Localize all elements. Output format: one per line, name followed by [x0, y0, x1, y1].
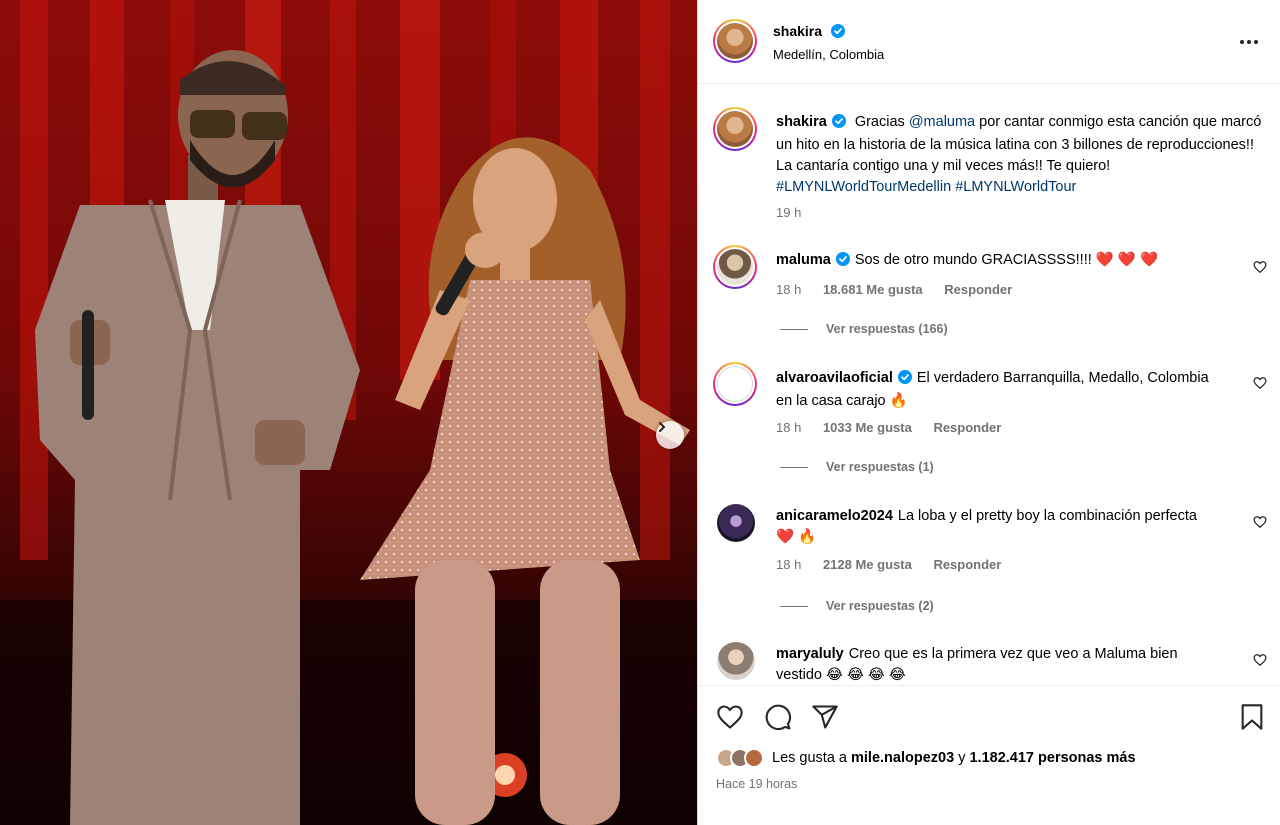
replies-divider: [780, 467, 808, 469]
caption-avatar: [717, 111, 753, 147]
view-replies-label: Ver respuestas (2): [826, 599, 934, 613]
post-time[interactable]: Hace 19 horas: [716, 777, 797, 791]
comment-time: 18 h: [776, 557, 802, 572]
likes-count-link[interactable]: 1.182.417 personas más: [969, 750, 1135, 766]
view-replies-label: Ver respuestas (166): [826, 322, 948, 336]
post-header: shakira Medellín, Colombia: [698, 0, 1280, 84]
post-photo: [0, 0, 697, 825]
reply-button[interactable]: Responder: [944, 282, 1012, 297]
comment-username[interactable]: maluma: [776, 252, 831, 268]
comments-list[interactable]: shakira Gracias @maluma por cantar conmi…: [698, 85, 1280, 685]
share-icon: [811, 705, 839, 735]
comment-avatar: [717, 366, 753, 402]
comment-like-button[interactable]: [1253, 376, 1267, 395]
caption-avatar-ring[interactable]: [713, 107, 757, 151]
more-options-button[interactable]: [1239, 32, 1259, 57]
heart-icon: [1253, 654, 1267, 671]
author-avatar-ring[interactable]: [713, 19, 757, 63]
likers-avatars: [716, 748, 764, 768]
replies-divider: [780, 606, 808, 608]
comment-avatar-ring[interactable]: [713, 245, 757, 289]
comment-likes[interactable]: 1033 Me gusta: [823, 420, 912, 435]
verified-badge-icon: [835, 252, 850, 273]
concert-photo-illustration: [0, 0, 697, 825]
like-button[interactable]: [716, 703, 744, 736]
verified-badge-icon: [831, 114, 846, 135]
hashtag-link[interactable]: #LMYNLWorldTourMedellin: [776, 179, 951, 195]
heart-icon: [1253, 516, 1267, 533]
view-replies-button[interactable]: Ver respuestas (1): [780, 460, 934, 474]
comment-text: Sos de otro mundo GRACIASSSS!!!! ❤️ ❤️ ❤…: [854, 252, 1159, 268]
view-replies-label: Ver respuestas (1): [826, 460, 934, 474]
comment-likes[interactable]: 18.681 Me gusta: [823, 282, 923, 297]
reply-button[interactable]: Responder: [933, 420, 1001, 435]
caption-text-start: Gracias: [854, 114, 905, 130]
heart-icon: [1253, 377, 1267, 394]
heart-icon: [716, 705, 744, 735]
author-avatar: [717, 23, 753, 59]
heart-icon: [1253, 261, 1267, 278]
share-button[interactable]: [811, 703, 839, 736]
save-button[interactable]: [1239, 703, 1265, 736]
author-username[interactable]: shakira: [773, 23, 822, 39]
comment-likes[interactable]: 2128 Me gusta: [823, 557, 912, 572]
avatar: [744, 748, 764, 768]
comment-avatar[interactable]: [717, 504, 755, 542]
caption: shakira Gracias @maluma por cantar conmi…: [776, 112, 1266, 198]
hashtag-link[interactable]: #LMYNLWorldTour: [955, 179, 1076, 195]
likes-prefix: Les gusta a: [772, 750, 847, 766]
view-replies-button[interactable]: Ver respuestas (2): [780, 599, 934, 613]
reply-button[interactable]: Responder: [933, 557, 1001, 572]
comment: maryaluly Creo que es la primera vez que …: [776, 644, 1216, 685]
comment: alvaroavilaoficial El verdadero Barranqui…: [776, 368, 1216, 412]
caption-mention-link[interactable]: @maluma: [909, 114, 975, 130]
comment: anicaramelo2024 La loba y el pretty boy l…: [776, 506, 1216, 548]
comment-username[interactable]: alvaroavilaoficial: [776, 370, 893, 386]
view-replies-button[interactable]: Ver respuestas (166): [780, 322, 948, 336]
caption-text-body: por cantar conmigo esta canción que marc…: [776, 114, 1262, 174]
comment-avatar: [717, 249, 753, 285]
comment-meta: 18 h 2128 Me gusta Responder: [776, 557, 1001, 572]
replies-divider: [780, 329, 808, 331]
more-icon: [1239, 39, 1259, 56]
comment-meta: 18 h 18.681 Me gusta Responder: [776, 282, 1012, 297]
comment-icon: [764, 704, 792, 735]
post-panel: shakira Medellín, Colombia shakira Graci…: [697, 0, 1280, 825]
comment-like-button[interactable]: [1253, 515, 1267, 534]
comment-like-button[interactable]: [1253, 653, 1267, 672]
verified-badge-icon: [830, 24, 845, 43]
comment-avatar-ring[interactable]: [713, 362, 757, 406]
comment: maluma Sos de otro mundo GRACIASSSS!!!! ❤…: [776, 250, 1231, 273]
comment-username[interactable]: maryaluly: [776, 646, 844, 662]
post-location[interactable]: Medellín, Colombia: [773, 47, 884, 62]
comment-meta: 18 h 1033 Me gusta Responder: [776, 420, 1001, 435]
comment-button[interactable]: [764, 703, 792, 736]
comment-time: 18 h: [776, 420, 802, 435]
caption-time: 19 h: [776, 205, 802, 220]
comment-username[interactable]: anicaramelo2024: [776, 508, 893, 524]
likes-summary: Les gusta a mile.nalopez03 y 1.182.417 p…: [716, 748, 1136, 768]
next-image-button[interactable]: [656, 421, 684, 449]
likes-user-link[interactable]: mile.nalopez03: [851, 750, 954, 766]
caption-username[interactable]: shakira: [776, 114, 827, 130]
comment-time: 18 h: [776, 282, 802, 297]
bookmark-icon: [1239, 704, 1265, 735]
likes-and: y: [958, 750, 966, 766]
verified-badge-icon: [897, 370, 912, 391]
comment-avatar[interactable]: [717, 642, 755, 680]
comment-like-button[interactable]: [1253, 260, 1267, 279]
